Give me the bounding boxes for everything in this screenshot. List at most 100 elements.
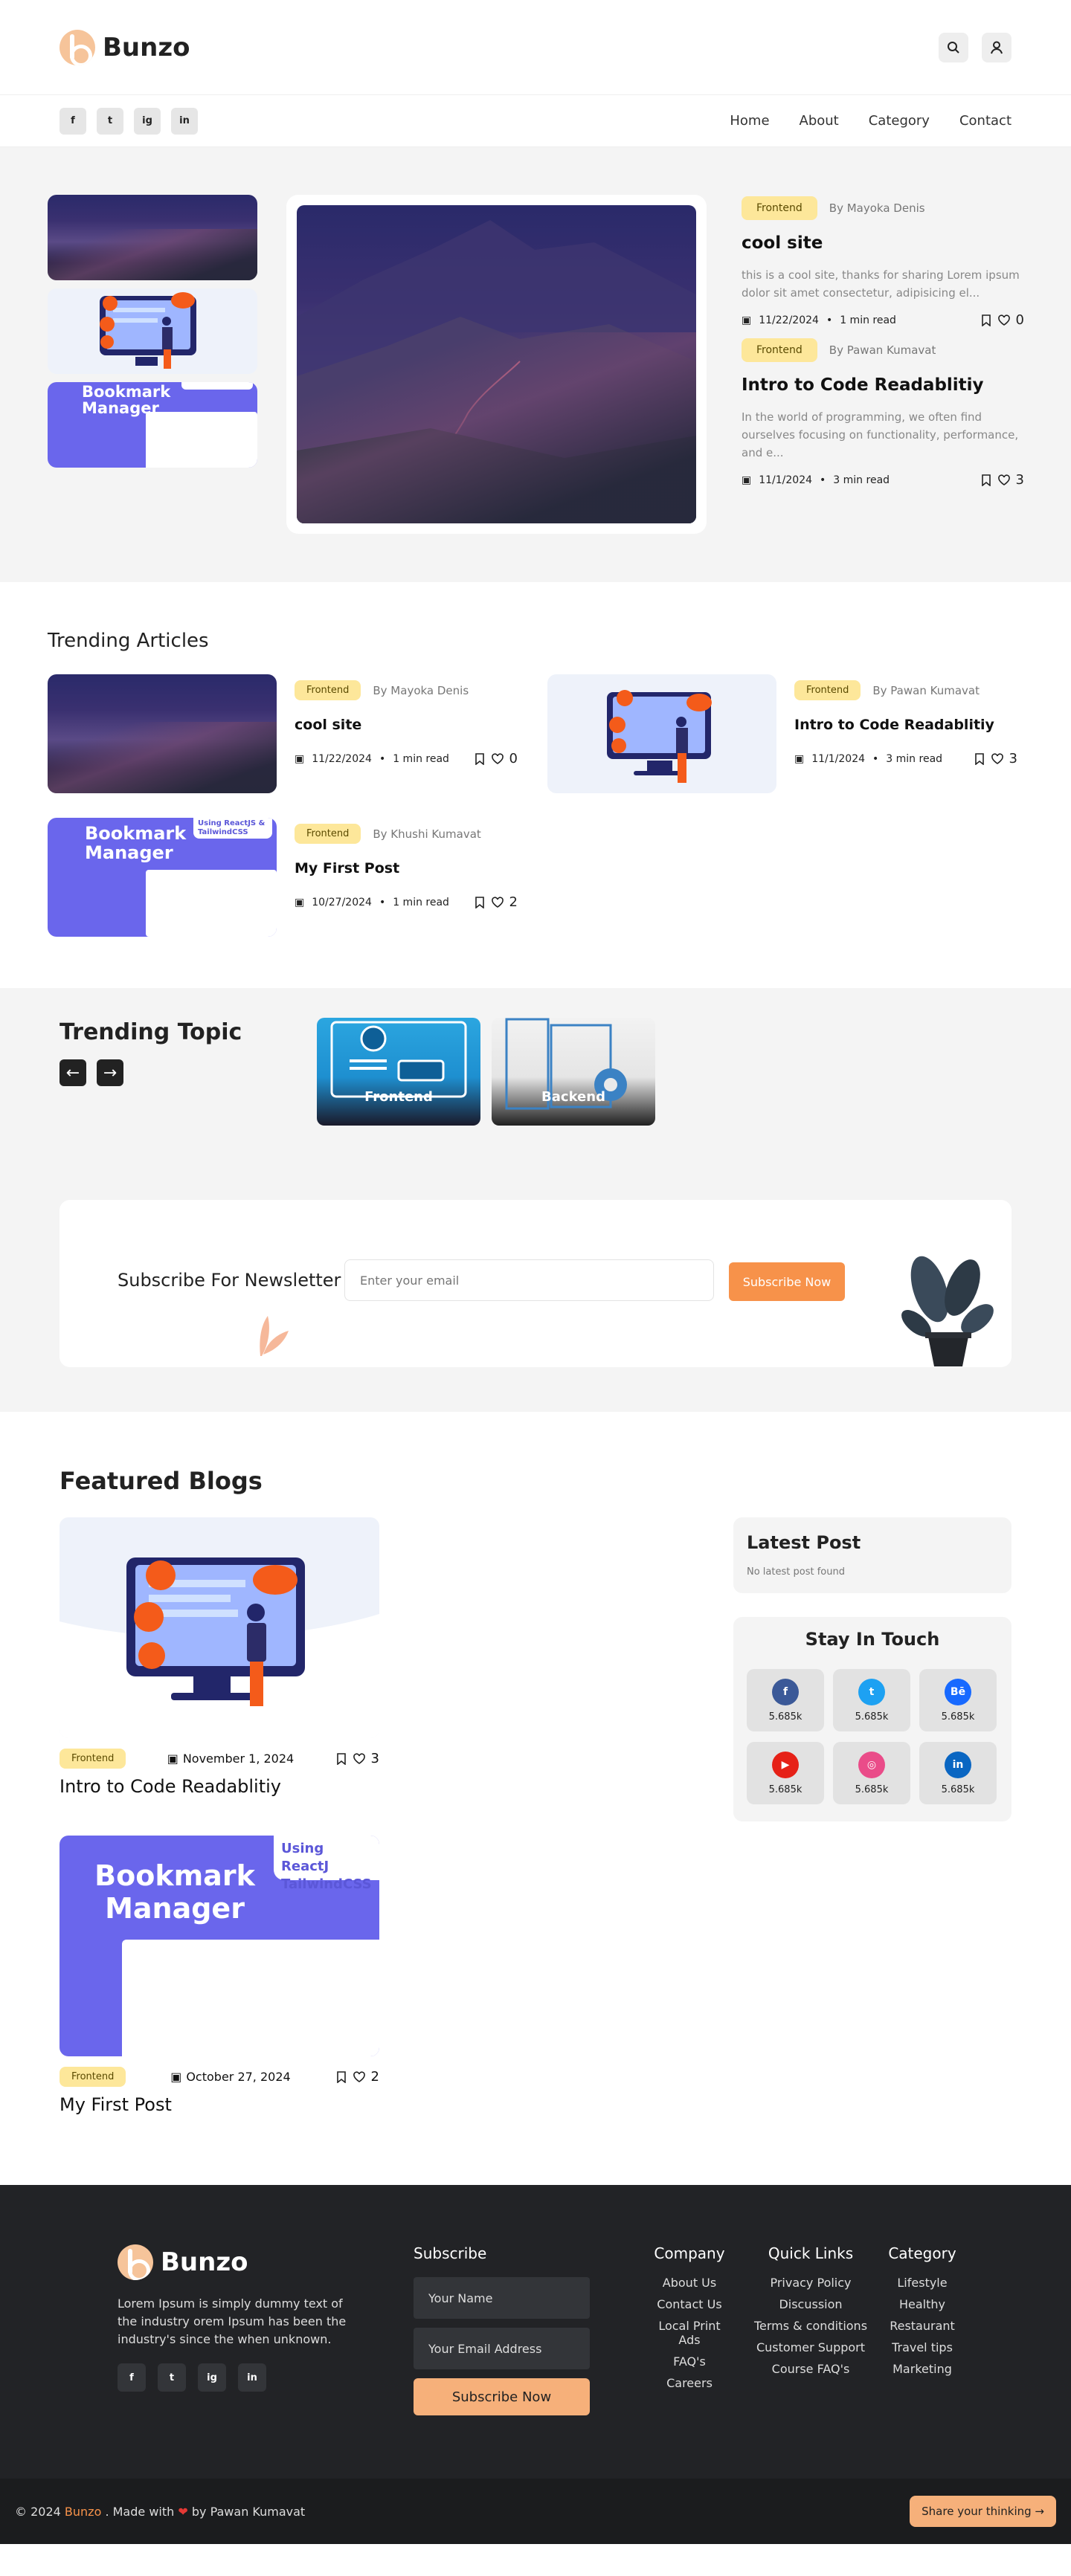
topic-card-frontend[interactable]: Frontend bbox=[317, 1018, 480, 1126]
footer-link[interactable]: Careers bbox=[649, 2376, 730, 2390]
post-date: 11/22/2024 bbox=[312, 752, 372, 765]
heart-icon[interactable] bbox=[991, 752, 1003, 765]
social-dribbble[interactable]: ◎ 5.685k bbox=[833, 1742, 910, 1804]
category-tag[interactable]: Frontend bbox=[742, 196, 817, 220]
hero-post-2[interactable]: Frontend By Pawan Kumavat Intro to Code … bbox=[742, 338, 1024, 488]
email-input[interactable] bbox=[344, 1259, 714, 1301]
social-facebook[interactable]: f 5.685k bbox=[747, 1669, 824, 1731]
heart-icon[interactable] bbox=[491, 896, 504, 908]
social-youtube[interactable]: ▶ 5.685k bbox=[747, 1742, 824, 1804]
thumb-bookmark-manager[interactable]: Bookmark Manager bbox=[48, 382, 257, 468]
facebook-icon[interactable]: f bbox=[60, 107, 86, 135]
footer-link[interactable]: Contact Us bbox=[649, 2297, 730, 2311]
instagram-icon[interactable]: ig bbox=[198, 2363, 226, 2392]
bookmark-icon[interactable] bbox=[335, 2070, 347, 2083]
post-author: By Pawan Kumavat bbox=[872, 683, 980, 697]
footer-link[interactable]: Privacy Policy bbox=[751, 2276, 870, 2290]
plant-icon bbox=[901, 1256, 994, 1366]
post-title[interactable]: cool site bbox=[295, 717, 518, 733]
footer-link[interactable]: Course FAQ's bbox=[751, 2362, 870, 2376]
footer-link[interactable]: Restaurant bbox=[885, 2319, 959, 2333]
footer-subscribe-button[interactable]: Subscribe Now bbox=[414, 2378, 590, 2415]
hero-post-1[interactable]: Frontend By Mayoka Denis cool site this … bbox=[742, 196, 1024, 328]
footer-link[interactable]: Marketing bbox=[885, 2362, 959, 2376]
article-image: Bookmark Manager Using ReactJS & Tailwin… bbox=[48, 818, 277, 937]
heart-icon[interactable] bbox=[353, 2070, 365, 2083]
next-arrow-button[interactable]: → bbox=[97, 1059, 123, 1086]
nav-contact[interactable]: Contact bbox=[959, 113, 1012, 129]
twitter-icon[interactable]: t bbox=[97, 107, 123, 135]
bookmark-icon[interactable] bbox=[980, 314, 992, 326]
social-linkedin[interactable]: in 5.685k bbox=[919, 1742, 997, 1804]
hero-main-image bbox=[297, 205, 696, 523]
heart-icon[interactable] bbox=[997, 314, 1010, 326]
trending-card[interactable]: Frontend By Mayoka Denis cool site ▣ 11/… bbox=[48, 674, 547, 793]
nav-category[interactable]: Category bbox=[869, 113, 930, 129]
post-date: 11/1/2024 bbox=[759, 474, 813, 486]
share-thinking-button[interactable]: Share your thinking → bbox=[910, 2496, 1056, 2527]
footer-link[interactable]: Lifestyle bbox=[885, 2276, 959, 2290]
featured-card[interactable]: Frontend ▣ November 1, 2024 3 Intro to Co… bbox=[60, 1517, 379, 1797]
newsletter-card: Subscribe For Newsletter Subscribe Now bbox=[60, 1200, 1012, 1367]
hero-section: Bookmark Manager Frontend By Mayoka Deni… bbox=[0, 147, 1071, 582]
thumb-mountain-image[interactable] bbox=[48, 195, 257, 280]
trending-card[interactable]: Frontend By Pawan Kumavat Intro to Code … bbox=[547, 674, 1025, 793]
search-icon[interactable] bbox=[939, 32, 968, 62]
footer-link[interactable]: Customer Support bbox=[751, 2340, 870, 2354]
footer-link[interactable]: Travel tips bbox=[885, 2340, 959, 2354]
prev-arrow-button[interactable]: ← bbox=[60, 1059, 86, 1086]
featured-card[interactable]: Bookmark Manager Using ReactJ TailwindCS… bbox=[60, 1836, 379, 2115]
category-tag[interactable]: Frontend bbox=[742, 338, 817, 362]
heart-icon[interactable] bbox=[997, 474, 1010, 486]
linkedin-icon[interactable]: in bbox=[171, 107, 198, 135]
bookmark-icon[interactable] bbox=[474, 752, 486, 765]
post-title[interactable]: cool site bbox=[742, 233, 1024, 253]
post-title[interactable]: Intro to Code Readablitiy bbox=[742, 375, 1024, 395]
email-field[interactable]: Your Email Address bbox=[414, 2328, 590, 2369]
post-title[interactable]: My First Post bbox=[60, 2094, 379, 2115]
bookmark-icon[interactable] bbox=[974, 752, 985, 765]
footer-link[interactable]: FAQ's bbox=[649, 2354, 730, 2369]
bookmark-icon[interactable] bbox=[335, 1752, 347, 1765]
bookmark-icon[interactable] bbox=[980, 474, 992, 486]
category-tag[interactable]: Frontend bbox=[60, 2067, 126, 2087]
nav-home[interactable]: Home bbox=[730, 113, 769, 129]
subscribe-button[interactable]: Subscribe Now bbox=[729, 1262, 845, 1301]
category-tag[interactable]: Frontend bbox=[794, 680, 861, 700]
brand-logo[interactable]: Bunzo bbox=[60, 29, 190, 65]
user-icon[interactable] bbox=[982, 32, 1012, 62]
category-tag[interactable]: Frontend bbox=[60, 1749, 126, 1769]
twitter-icon[interactable]: t bbox=[158, 2363, 186, 2392]
heart-icon[interactable] bbox=[353, 1752, 365, 1765]
linkedin-icon[interactable]: in bbox=[238, 2363, 266, 2392]
footer-brand-logo[interactable]: Bunzo bbox=[118, 2244, 248, 2280]
follower-count: 5.685k bbox=[941, 1783, 975, 1795]
footer-link[interactable]: Healthy bbox=[885, 2297, 959, 2311]
topic-card-backend[interactable]: Backend bbox=[492, 1018, 655, 1126]
thumb-code-illustration[interactable] bbox=[48, 288, 257, 374]
heart-icon[interactable] bbox=[491, 752, 504, 765]
instagram-icon[interactable]: ig bbox=[134, 107, 161, 135]
copyright-brand[interactable]: Bunzo bbox=[65, 2505, 101, 2519]
nav-about[interactable]: About bbox=[800, 113, 839, 129]
footer-link[interactable]: Terms & conditions bbox=[751, 2319, 870, 2333]
trending-card[interactable]: Bookmark Manager Using ReactJS & Tailwin… bbox=[48, 818, 547, 937]
bookmark-icon[interactable] bbox=[474, 896, 486, 908]
footer: Bunzo Lorem Ipsum is simply dummy text o… bbox=[0, 2185, 1071, 2479]
hero-main-card[interactable] bbox=[286, 195, 707, 534]
facebook-icon[interactable]: f bbox=[118, 2363, 146, 2392]
twitter-icon: t bbox=[858, 1678, 885, 1705]
post-title[interactable]: Intro to Code Readablitiy bbox=[794, 717, 1017, 733]
follower-count: 5.685k bbox=[768, 1783, 803, 1795]
social-behance[interactable]: Bē 5.685k bbox=[919, 1669, 997, 1731]
name-field[interactable]: Your Name bbox=[414, 2277, 590, 2319]
post-title[interactable]: Intro to Code Readablitiy bbox=[60, 1776, 379, 1797]
footer-link[interactable]: Discussion bbox=[751, 2297, 870, 2311]
footer-link[interactable]: Local Print Ads bbox=[649, 2319, 730, 2347]
social-twitter[interactable]: t 5.685k bbox=[833, 1669, 910, 1731]
section-title: Featured Blogs bbox=[60, 1467, 263, 1495]
footer-link[interactable]: About Us bbox=[649, 2276, 730, 2290]
category-tag[interactable]: Frontend bbox=[295, 680, 361, 700]
post-title[interactable]: My First Post bbox=[295, 860, 518, 877]
category-tag[interactable]: Frontend bbox=[295, 824, 361, 844]
